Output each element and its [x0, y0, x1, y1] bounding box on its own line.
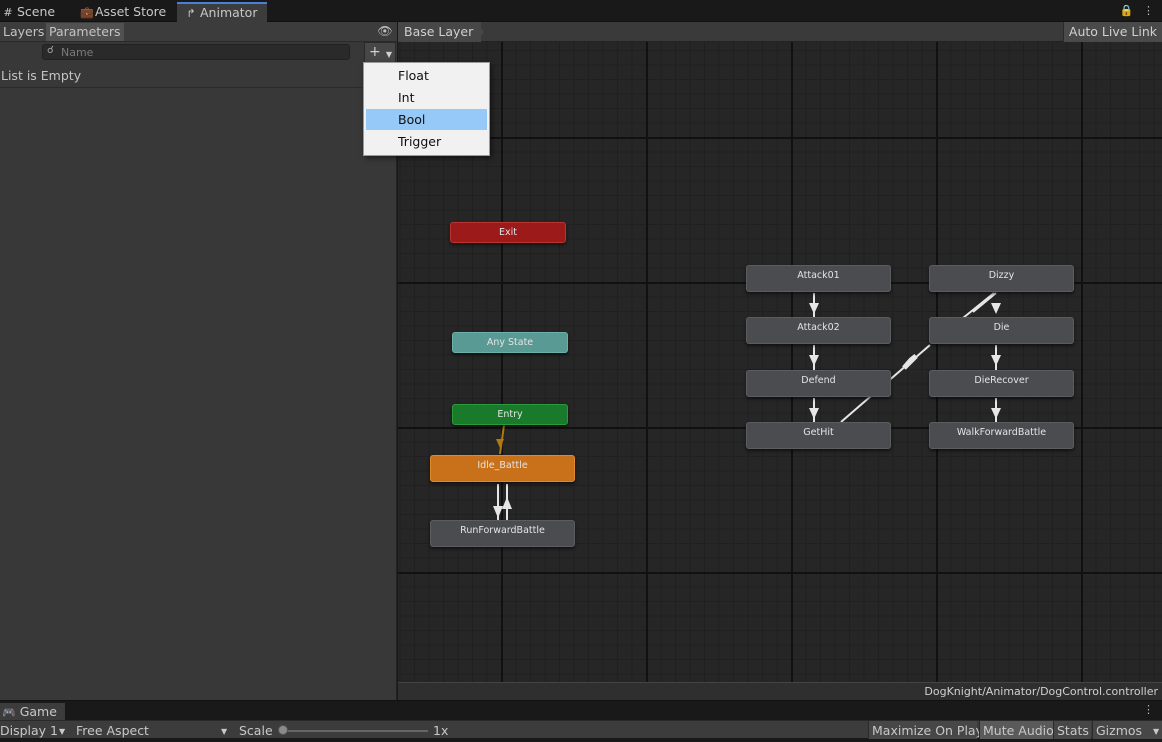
search-input[interactable] — [61, 45, 341, 59]
scale-slider-track[interactable] — [282, 730, 428, 732]
tab-game-label: Game — [19, 704, 57, 719]
maximize-on-play-button[interactable]: Maximize On Play — [868, 721, 983, 739]
menu-item-float[interactable]: Float — [366, 65, 487, 86]
gizmos-button[interactable]: Gizmos ▼ — [1092, 721, 1162, 739]
tab-animator[interactable]: ↱ Animator — [177, 2, 267, 22]
display-select-label: Display 1 — [0, 723, 59, 738]
tab-parameters[interactable]: Parameters — [46, 23, 124, 41]
transition-arrow-gethit-die — [902, 354, 918, 370]
transition-arrow-entry — [496, 439, 504, 448]
tab-scene-label: Scene — [17, 4, 56, 19]
add-parameter-menu: Float Int Bool Trigger — [363, 62, 490, 156]
state-walk-forward-battle[interactable]: WalkForwardBattle — [929, 422, 1074, 449]
aspect-select[interactable]: Free Aspect ▼ — [73, 721, 232, 739]
parameter-list-status: List is Empty — [0, 68, 397, 88]
transition-arrow-attack01-attack02 — [809, 303, 819, 314]
transition-arrow-dierecover-walk — [991, 408, 1001, 419]
chevron-down-icon: ▼ — [221, 727, 228, 736]
eye-icon[interactable]: 👁 — [377, 24, 393, 38]
bag-icon: 💼 — [80, 6, 94, 19]
add-parameter-button[interactable]: + ▼ — [364, 42, 396, 63]
search-field: ☌ — [42, 44, 350, 60]
state-die[interactable]: Die — [929, 317, 1074, 344]
menu-item-trigger[interactable]: Trigger — [366, 131, 487, 152]
breadcrumb-arrow — [476, 22, 484, 42]
transition-arrow-run-idle — [502, 497, 512, 509]
grid-icon: # — [3, 6, 13, 19]
gamepad-icon: 🎮 — [2, 706, 16, 719]
parameters-panel: Layers Parameters 👁 ☌ +▼ List is Empty — [0, 22, 397, 700]
graph-header: Base Layer Auto Live Link — [398, 22, 1162, 42]
mute-audio-button[interactable]: Mute Audio — [979, 721, 1054, 739]
more-menu-icon[interactable]: ⋮ — [1143, 703, 1154, 716]
chevron-down-icon: ▼ — [59, 727, 66, 736]
scale-slider-thumb[interactable] — [278, 725, 288, 735]
transition-dizzy-die-lower[interactable] — [972, 292, 997, 313]
plus-icon: + — [369, 44, 381, 60]
graph-footer: DogKnight/Animator/DogControl.controller — [398, 682, 1162, 700]
tab-scene[interactable]: # Scene — [0, 2, 63, 22]
animator-icon: ↱ — [186, 7, 196, 20]
menu-item-bool[interactable]: Bool — [366, 109, 487, 130]
editor-tab-bar: # Scene 💼Asset Store ↱ Animator 🔒 ⋮ — [0, 0, 1162, 22]
menu-item-int[interactable]: Int — [366, 87, 487, 108]
animator-graph-view[interactable]: Base Layer Auto Live Link Exit Any State… — [398, 22, 1162, 700]
tab-animator-label: Animator — [200, 5, 258, 20]
tab-asset-store-label: Asset Store — [95, 4, 167, 19]
panel-toolbar: Layers Parameters 👁 — [0, 22, 397, 42]
game-tab-bar: 🎮 Game ⋮ — [0, 700, 1162, 721]
chevron-down-icon: ▼ — [1153, 727, 1160, 736]
tab-layers[interactable]: Layers — [0, 23, 47, 41]
state-any-state[interactable]: Any State — [452, 332, 568, 353]
scale-value: 1x — [433, 723, 449, 738]
auto-live-link-button[interactable]: Auto Live Link — [1062, 22, 1162, 42]
search-icon: ☌ — [47, 45, 54, 56]
scale-label: Scale — [239, 723, 273, 738]
aspect-select-label: Free Aspect — [76, 723, 149, 738]
state-defend[interactable]: Defend — [746, 370, 891, 397]
transition-arrow-defend-gethit — [809, 408, 819, 419]
transition-dizzy-die[interactable] — [962, 292, 995, 319]
controller-path: DogKnight/Animator/DogControl.controller — [924, 685, 1158, 698]
transition-arrow-dizzy-die — [991, 303, 1001, 314]
state-attack01[interactable]: Attack01 — [746, 265, 891, 292]
state-entry[interactable]: Entry — [452, 404, 568, 425]
tab-game[interactable]: 🎮 Game — [0, 703, 65, 721]
state-exit[interactable]: Exit — [450, 222, 566, 243]
transition-arrow-attack02-defend — [809, 355, 819, 366]
state-idle-battle[interactable]: Idle_Battle — [430, 455, 575, 482]
state-dizzy[interactable]: Dizzy — [929, 265, 1074, 292]
state-run-forward-battle[interactable]: RunForwardBattle — [430, 520, 575, 547]
search-row: ☌ — [0, 42, 397, 63]
state-attack02[interactable]: Attack02 — [746, 317, 891, 344]
stats-button[interactable]: Stats — [1053, 721, 1091, 739]
window-tools: 🔒 ⋮ — [1120, 4, 1154, 18]
transition-arrow-die-dierecover — [991, 355, 1001, 366]
transition-arrow-idle-run — [493, 506, 503, 518]
display-select[interactable]: Display 1 ▼ — [0, 721, 69, 739]
state-gethit[interactable]: GetHit — [746, 422, 891, 449]
tab-asset-store[interactable]: 💼Asset Store — [72, 2, 174, 22]
gizmos-button-label: Gizmos — [1096, 723, 1143, 738]
lock-icon[interactable]: 🔒 — [1120, 4, 1134, 17]
state-die-recover[interactable]: DieRecover — [929, 370, 1074, 397]
more-menu-icon[interactable]: ⋮ — [1143, 4, 1154, 17]
game-toolbar: Display 1 ▼ Free Aspect ▼ Scale 1x Maximiz… — [0, 720, 1162, 739]
breadcrumb[interactable]: Base Layer — [398, 22, 482, 42]
